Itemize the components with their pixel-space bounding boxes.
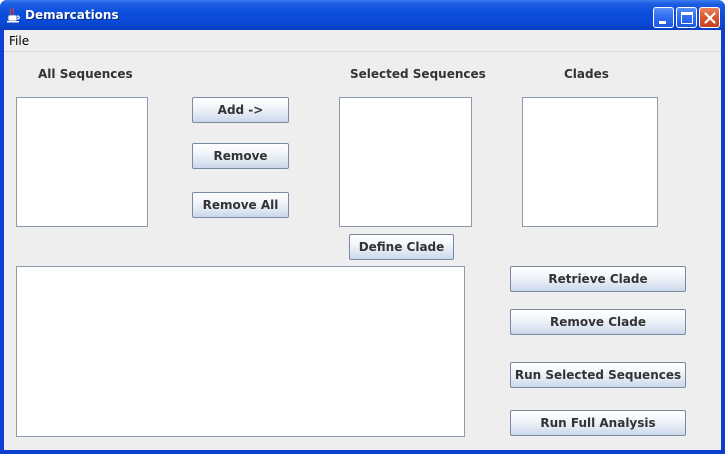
application-window: Demarcations File All Sequences Selected… bbox=[0, 0, 725, 454]
run-selected-sequences-button[interactable]: Run Selected Sequences bbox=[510, 362, 686, 388]
all-sequences-list[interactable] bbox=[16, 97, 148, 227]
output-text-area[interactable] bbox=[16, 266, 465, 437]
remove-button[interactable]: Remove bbox=[192, 143, 289, 169]
clades-label: Clades bbox=[564, 67, 609, 81]
title-bar[interactable]: Demarcations bbox=[0, 0, 725, 30]
run-full-analysis-button[interactable]: Run Full Analysis bbox=[510, 410, 686, 436]
remove-all-button[interactable]: Remove All bbox=[192, 192, 289, 218]
maximize-button[interactable] bbox=[676, 7, 697, 28]
window-title: Demarcations bbox=[25, 8, 119, 22]
window-client-area: File All Sequences Selected Sequences Cl… bbox=[4, 30, 721, 450]
menu-file[interactable]: File bbox=[9, 34, 29, 48]
close-button[interactable] bbox=[699, 7, 720, 28]
all-sequences-label: All Sequences bbox=[38, 67, 133, 81]
selected-sequences-list[interactable] bbox=[339, 97, 472, 227]
remove-clade-button[interactable]: Remove Clade bbox=[510, 309, 686, 335]
maximize-icon bbox=[681, 12, 693, 24]
define-clade-button[interactable]: Define Clade bbox=[349, 234, 454, 260]
clades-list[interactable] bbox=[522, 97, 658, 227]
selected-sequences-label: Selected Sequences bbox=[350, 67, 486, 81]
java-coffee-cup-icon bbox=[7, 7, 21, 23]
retrieve-clade-button[interactable]: Retrieve Clade bbox=[510, 266, 686, 292]
close-icon bbox=[704, 12, 716, 24]
add-button[interactable]: Add -> bbox=[192, 97, 289, 123]
minimize-button[interactable] bbox=[653, 7, 674, 28]
minimize-icon bbox=[659, 21, 666, 24]
menu-bar: File bbox=[4, 30, 721, 52]
